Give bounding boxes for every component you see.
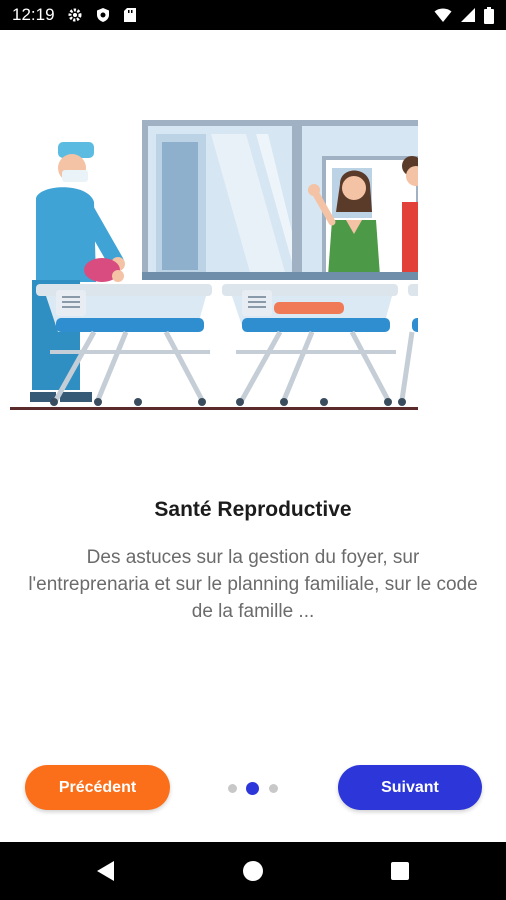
battery-icon bbox=[484, 6, 494, 24]
status-bar: 12:19 bbox=[0, 0, 506, 30]
back-icon[interactable] bbox=[66, 842, 146, 900]
settings-icon bbox=[67, 7, 83, 23]
sd-card-icon bbox=[123, 7, 137, 23]
signal-icon bbox=[460, 7, 476, 23]
home-icon[interactable] bbox=[213, 842, 293, 900]
page-dot bbox=[246, 782, 259, 795]
wifi-icon bbox=[434, 7, 452, 23]
onboarding-description: Des astuces sur la gestion du foyer, sur… bbox=[28, 547, 478, 622]
navigation-bar bbox=[0, 842, 506, 900]
recents-icon[interactable] bbox=[360, 842, 440, 900]
page-indicator bbox=[224, 781, 284, 795]
next-button[interactable]: Suivant bbox=[338, 765, 482, 810]
onboarding-title: Santé Reproductive bbox=[154, 498, 352, 521]
previous-button[interactable]: Précédent bbox=[25, 765, 170, 810]
shield-icon bbox=[95, 7, 111, 23]
page-dot bbox=[269, 784, 278, 793]
page-dot bbox=[228, 784, 237, 793]
hospital-nursery-illustration bbox=[6, 112, 452, 414]
status-time: 12:19 bbox=[12, 5, 55, 24]
